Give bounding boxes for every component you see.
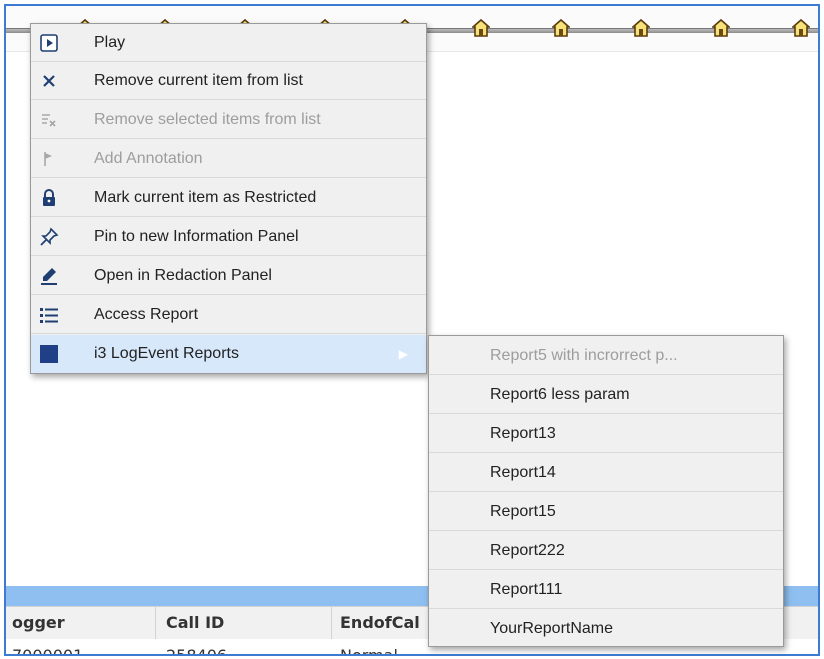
submenu-arrow-icon: ▶	[398, 347, 408, 361]
column-header-logger[interactable]: ogger	[6, 607, 156, 639]
redaction-pen-icon	[39, 266, 59, 286]
menu-item-i3-logevent-reports[interactable]: i3 LogEvent Reports ▶	[31, 335, 426, 373]
pin-icon	[39, 227, 59, 247]
submenu-item-label: Report6 less param	[490, 386, 630, 403]
remove-selected-icon	[39, 110, 59, 130]
menu-item-label: Add Annotation	[94, 150, 203, 167]
submenu-item[interactable]: Report6 less param	[429, 375, 783, 414]
menu-item-label: Access Report	[94, 306, 199, 323]
house-icon[interactable]	[632, 17, 650, 39]
cell-logger: 7000001	[12, 646, 84, 656]
submenu-item[interactable]: Report13	[429, 414, 783, 453]
submenu-item[interactable]: Report15	[429, 492, 783, 531]
menu-item-label: Open in Redaction Panel	[94, 267, 272, 284]
menu-item-label: Mark current item as Restricted	[94, 189, 317, 206]
house-icon[interactable]	[712, 17, 730, 39]
submenu-item-label: YourReportName	[490, 620, 614, 637]
submenu-item-label: Report15	[490, 503, 556, 520]
square-icon	[39, 344, 59, 364]
menu-item-label: Remove current item from list	[94, 72, 303, 89]
menu-item-play[interactable]: Play	[31, 24, 426, 62]
menu-item-label: Play	[94, 34, 126, 51]
menu-item-label: Remove selected items from list	[94, 111, 321, 128]
menu-item-label: Pin to new Information Panel	[94, 228, 299, 245]
submenu-item[interactable]: Report5 with incrorrect p...	[429, 336, 783, 375]
submenu-item[interactable]: YourReportName	[429, 609, 783, 648]
submenu-item-label: Report222	[490, 542, 565, 559]
menu-item-remove-selected[interactable]: Remove selected items from list	[31, 101, 426, 139]
menu-item-open-redaction[interactable]: Open in Redaction Panel	[31, 257, 426, 295]
submenu-item-label: Report13	[490, 425, 556, 442]
submenu-item-label: Report111	[490, 581, 563, 598]
menu-item-pin-panel[interactable]: Pin to new Information Panel	[31, 218, 426, 256]
flag-icon	[39, 149, 59, 169]
menu-item-label: i3 LogEvent Reports	[94, 345, 239, 362]
house-icon[interactable]	[792, 17, 810, 39]
close-icon	[39, 71, 59, 91]
play-icon	[39, 33, 59, 53]
column-header-call-id[interactable]: Call ID	[156, 607, 332, 639]
submenu-reports: Report5 with incrorrect p... Report6 les…	[428, 335, 784, 647]
submenu-item[interactable]: Report111	[429, 570, 783, 609]
context-menu: Play Remove current item from list Remov…	[30, 23, 427, 374]
menu-item-access-report[interactable]: Access Report	[31, 296, 426, 334]
menu-item-remove-current[interactable]: Remove current item from list	[31, 62, 426, 100]
cell-call-id: 258406	[166, 646, 228, 656]
menu-item-mark-restricted[interactable]: Mark current item as Restricted	[31, 179, 426, 217]
submenu-item-label: Report5 with incrorrect p...	[490, 347, 678, 364]
house-icon[interactable]	[552, 17, 570, 39]
lock-icon	[39, 188, 59, 208]
list-icon	[39, 305, 59, 325]
submenu-item[interactable]: Report222	[429, 531, 783, 570]
house-icon[interactable]	[472, 17, 490, 39]
submenu-item-label: Report14	[490, 464, 556, 481]
submenu-item[interactable]: Report14	[429, 453, 783, 492]
menu-item-add-annotation[interactable]: Add Annotation	[31, 140, 426, 178]
